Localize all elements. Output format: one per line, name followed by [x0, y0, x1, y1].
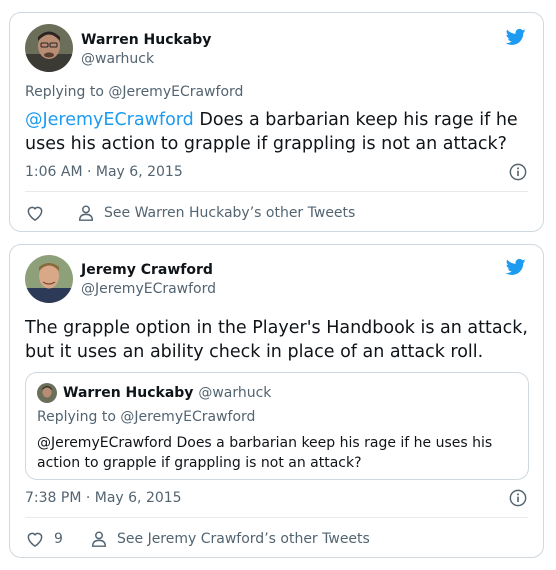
tweet-text: @JeremyECrawford Does a barbarian keep h…: [25, 108, 530, 156]
timestamp[interactable]: 7:38 PM · May 6, 2015: [25, 490, 182, 506]
divider: [25, 517, 528, 518]
tweet-card-warren[interactable]: Warren Huckaby @warhuck Replying to @Jer…: [9, 12, 544, 232]
quoted-author: Warren Huckaby @warhuck: [63, 385, 271, 401]
quoted-text: @JeremyECrawford Does a barbarian keep h…: [37, 435, 493, 471]
person-icon: [78, 205, 94, 221]
info-icon[interactable]: [509, 163, 527, 181]
divider: [25, 191, 528, 192]
replying-to[interactable]: Replying to @JeremyECrawford: [25, 84, 243, 100]
twitter-bird-icon[interactable]: [505, 257, 527, 277]
quoted-author-name: Warren Huckaby: [63, 385, 194, 401]
see-other-tweets-link[interactable]: See Jeremy Crawford’s other Tweets: [117, 531, 370, 547]
heart-icon[interactable]: [25, 529, 45, 549]
quoted-tweet[interactable]: Warren Huckaby @warhuck Replying to @Jer…: [25, 372, 529, 480]
see-other-tweets-link[interactable]: See Warren Huckaby’s other Tweets: [104, 205, 355, 221]
quoted-author-handle: @warhuck: [198, 385, 272, 401]
quoted-avatar: [37, 383, 57, 403]
author-name[interactable]: Jeremy Crawford: [81, 262, 213, 278]
author-name[interactable]: Warren Huckaby: [81, 32, 211, 48]
timestamp[interactable]: 1:06 AM · May 6, 2015: [25, 164, 183, 180]
tweet-card-jeremy[interactable]: Jeremy Crawford @JeremyECrawford The gra…: [9, 244, 544, 558]
avatar[interactable]: [25, 255, 73, 303]
heart-icon[interactable]: [25, 203, 45, 223]
author-handle[interactable]: @warhuck: [81, 51, 154, 67]
person-icon: [91, 531, 107, 547]
quoted-replying-to: Replying to @JeremyECrawford: [37, 409, 256, 425]
avatar[interactable]: [25, 24, 73, 72]
author-handle[interactable]: @JeremyECrawford: [81, 281, 216, 297]
tweet-text: The grapple option in the Player's Handb…: [25, 318, 528, 362]
mention-link[interactable]: @JeremyECrawford: [25, 110, 194, 130]
like-count[interactable]: 9: [54, 531, 63, 547]
info-icon[interactable]: [509, 489, 527, 507]
twitter-bird-icon[interactable]: [505, 27, 527, 47]
